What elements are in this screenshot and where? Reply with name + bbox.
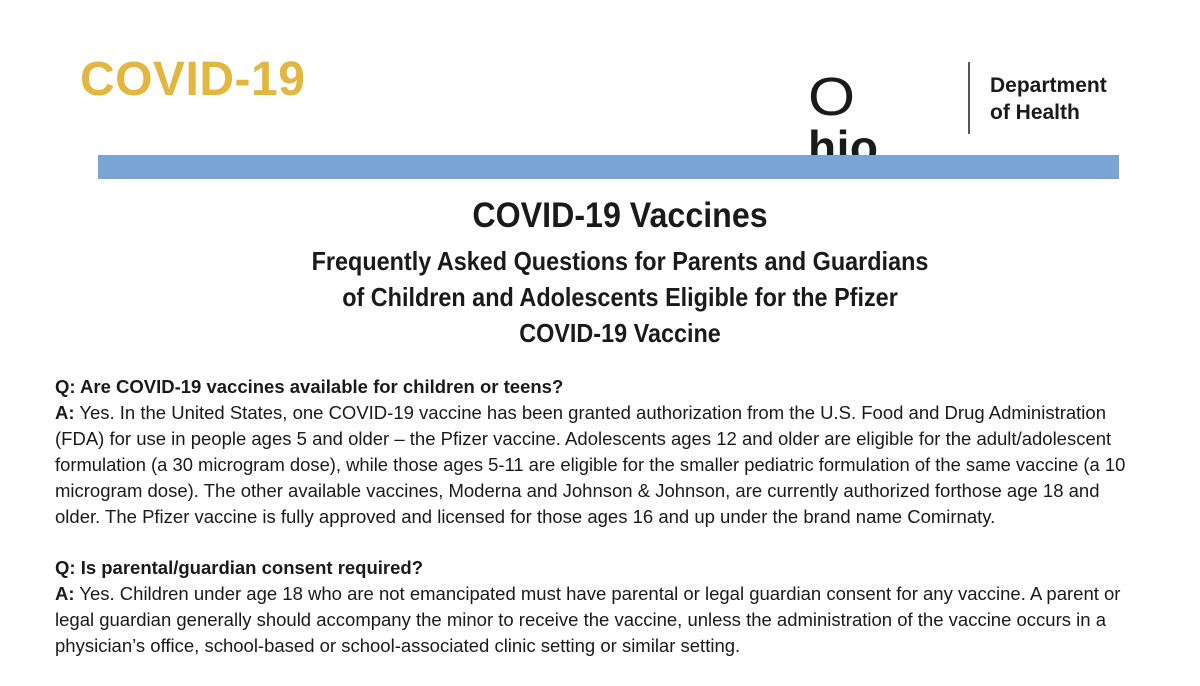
faq-answer-line: microgram dose). The other available vac… bbox=[55, 480, 1100, 501]
header-rule-bar bbox=[98, 155, 1119, 179]
dept-line-2: of Health bbox=[990, 101, 1080, 124]
faq-answer-label: A: bbox=[55, 583, 75, 604]
faq-answer-label: A: bbox=[55, 402, 75, 423]
faq-item-parental-consent: Q: Is parental/guardian consent required… bbox=[55, 555, 1185, 659]
faq-answer-text: Yes. In the United States, one COVID-19 … bbox=[74, 402, 1106, 423]
faq-answer-line: legal guardian generally should accompan… bbox=[55, 609, 1106, 630]
faq-answer-line: physician’s office, school-based or scho… bbox=[55, 635, 741, 656]
covid-19-brand-heading: COVID-19 bbox=[80, 53, 306, 106]
faq-answer: A: Yes. In the United States, one COVID-… bbox=[55, 400, 1185, 530]
document-subtitle: Frequently Asked Questions for Parents a… bbox=[62, 243, 1178, 351]
faq-answer-text: Yes. Children under age 18 who are not e… bbox=[74, 583, 1121, 604]
faq-item-vaccine-availability: Q: Are COVID-19 vaccines available for c… bbox=[55, 374, 1185, 530]
subtitle-line: of Children and Adolescents Eligible for… bbox=[342, 282, 898, 312]
faq-question: Q: Is parental/guardian consent required… bbox=[55, 557, 424, 578]
faq-answer: A: Yes. Children under age 18 who are no… bbox=[55, 581, 1185, 659]
document-title: COVID-19 Vaccines bbox=[472, 196, 768, 235]
department-of-health-wordmark: Department of Health bbox=[990, 72, 1107, 126]
faq-answer-line: A: Yes. In the United States, one COVID-… bbox=[55, 400, 1106, 426]
faq-question: Q: Are COVID-19 vaccines available for c… bbox=[55, 376, 564, 397]
logo-divider bbox=[968, 62, 970, 134]
ohio-wordmark-o: O bbox=[808, 67, 856, 127]
dept-line-1: Department bbox=[990, 74, 1107, 97]
faq-answer-line: (FDA) for use in people ages 5 and older… bbox=[55, 428, 1112, 449]
subtitle-line: Frequently Asked Questions for Parents a… bbox=[311, 246, 929, 276]
faq-answer-line: A: Yes. Children under age 18 who are no… bbox=[55, 581, 1120, 607]
faq-answer-line: formulation (a 30 microgram dose), while… bbox=[55, 454, 1126, 475]
subtitle-line: COVID-19 Vaccine bbox=[519, 318, 721, 348]
faq-answer-line: older. The Pfizer vaccine is fully appro… bbox=[55, 506, 996, 527]
